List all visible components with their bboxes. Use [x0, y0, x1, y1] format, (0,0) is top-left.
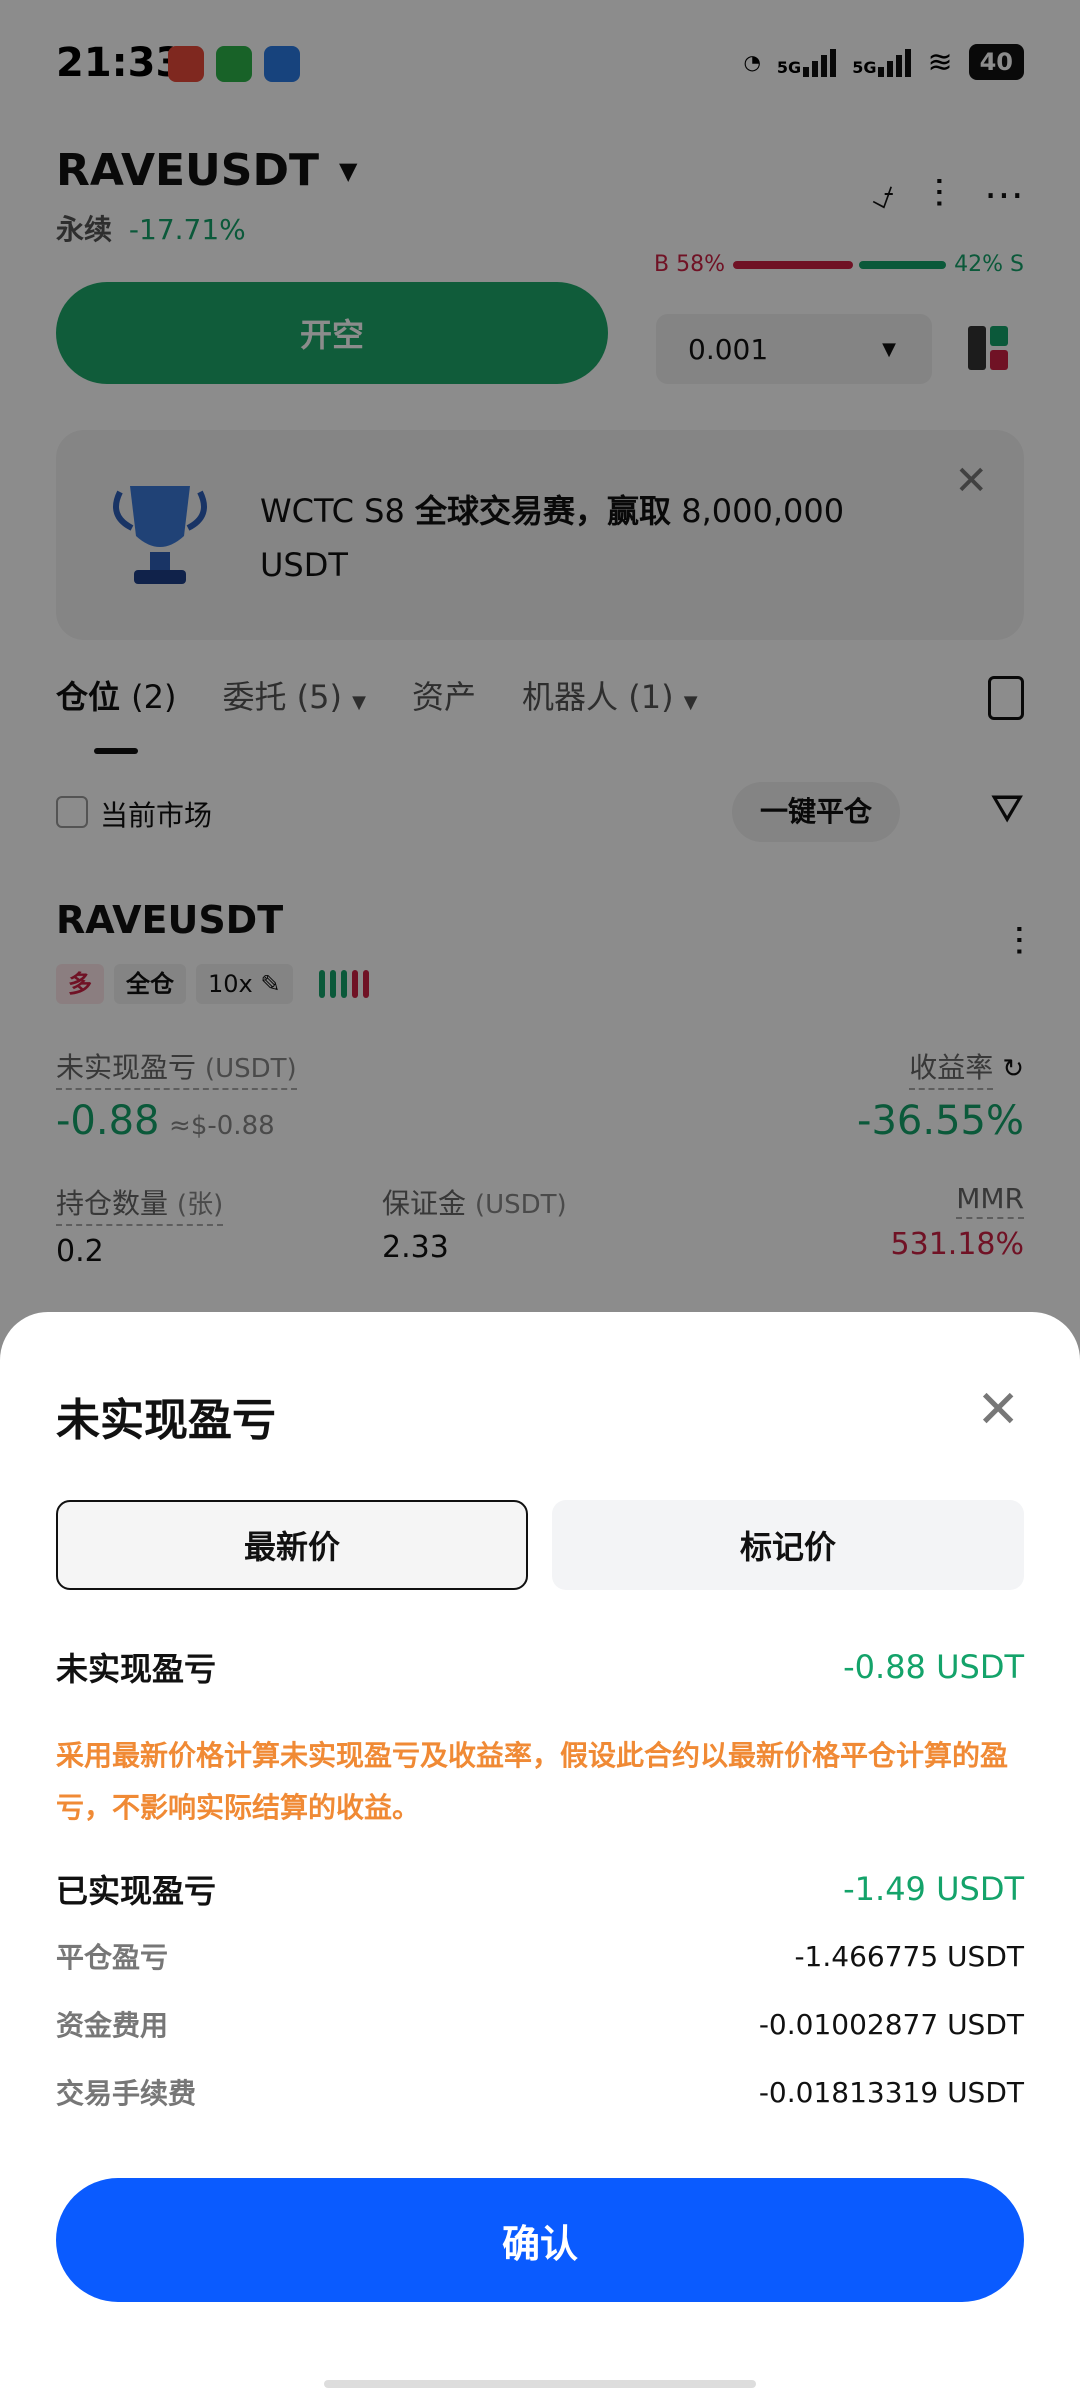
- confirm-button[interactable]: 确认: [56, 2178, 1024, 2302]
- mark-price-tab[interactable]: 标记价: [552, 1500, 1024, 1590]
- unrealized-row: 未实现盈亏 -0.88 USDT: [56, 1648, 1024, 1688]
- pnl-note: 采用最新价格计算未实现盈亏及收益率，假设此合约以最新价格平仓计算的盈亏，不影响实…: [56, 1739, 1009, 1824]
- pnl-bottom-sheet: 未实现盈亏 ✕ 最新价 标记价 未实现盈亏 -0.88 USDT 采用最新价格计…: [0, 1312, 1080, 2392]
- close-pnl-row: 平仓盈亏 -1.466775 USDT: [56, 1939, 1024, 1975]
- close-icon[interactable]: ✕: [976, 1384, 1020, 1436]
- latest-price-tab[interactable]: 最新价: [56, 1500, 528, 1590]
- home-indicator[interactable]: [324, 2380, 756, 2388]
- sheet-title: 未实现盈亏: [56, 1395, 276, 1446]
- realized-row: 已实现盈亏 -1.49 USDT: [56, 1870, 1024, 1910]
- fee-row: 交易手续费 -0.01813319 USDT: [56, 2075, 1024, 2111]
- funding-row: 资金费用 -0.01002877 USDT: [56, 2007, 1024, 2043]
